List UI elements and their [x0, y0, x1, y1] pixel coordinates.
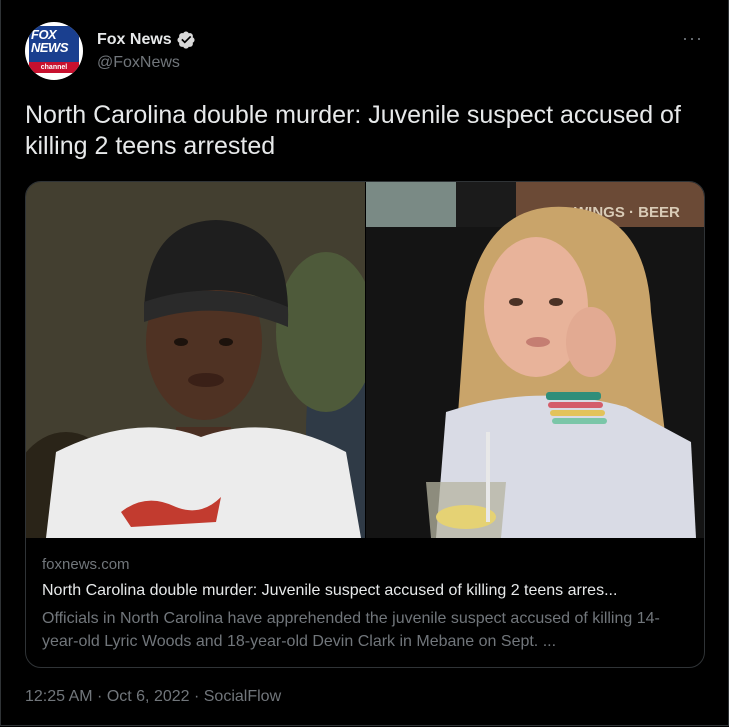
- account-name[interactable]: Fox News: [97, 31, 172, 49]
- fox-news-avatar[interactable]: FOX NEWS channel: [25, 22, 83, 80]
- card-image[interactable]: WINGS · BEER: [26, 182, 704, 538]
- account-name-row[interactable]: Fox News: [97, 30, 196, 50]
- photo-right: WINGS · BEER: [366, 182, 704, 538]
- avatar-news-text: NEWS: [31, 40, 69, 55]
- avatar-channel-text: channel: [29, 62, 79, 73]
- card-title[interactable]: North Carolina double murder: Juvenile s…: [42, 582, 692, 600]
- tweet-timestamp-meta[interactable]: 12:25 AM · Oct 6, 2022 · SocialFlow: [25, 688, 281, 706]
- card-description[interactable]: Officials in North Carolina have apprehe…: [42, 607, 692, 653]
- link-card[interactable]: WINGS · BEER foxnews.com North Carolina …: [25, 181, 705, 668]
- more-options-icon[interactable]: ···: [682, 28, 703, 49]
- account-handle[interactable]: @FoxNews: [97, 54, 180, 72]
- tweet-container: FOX NEWS channel Fox News @FoxNews ··· N…: [0, 0, 729, 726]
- photo-left-illustration: [26, 182, 365, 538]
- card-domain[interactable]: foxnews.com: [42, 556, 130, 573]
- tweet-text: North Carolina double murder: Juvenile s…: [25, 101, 681, 160]
- photo-left: [26, 182, 365, 538]
- photo-right-illustration: WINGS · BEER: [366, 182, 704, 538]
- verified-badge-icon: [177, 31, 195, 49]
